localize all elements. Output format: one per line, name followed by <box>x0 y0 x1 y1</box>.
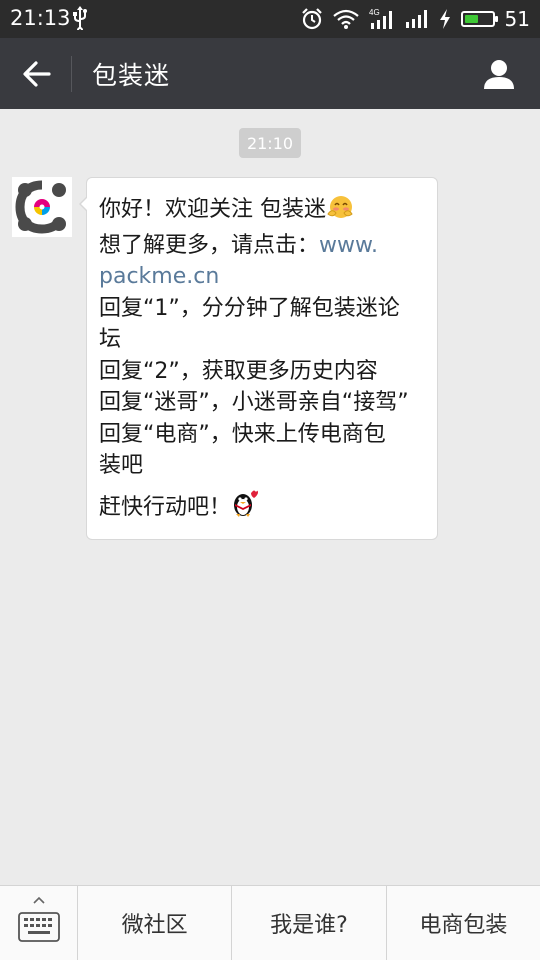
person-icon <box>484 60 514 89</box>
message-line-action: 赶快行动吧！ <box>99 494 232 520</box>
back-button[interactable] <box>16 54 58 94</box>
message-line-reply-mige: 回复“迷哥”，小迷哥亲自“接驾” <box>99 390 409 415</box>
message-text: 你好！欢迎关注 包装迷 想了解更多，请点击：www. packme.cn 回复“… <box>99 194 425 527</box>
chat-area[interactable]: 21:10 你好！欢迎关注 包装迷 想了解更多，请点击：www. packme.… <box>0 109 540 885</box>
cell-signal-icon: 4G <box>369 8 395 30</box>
profile-button[interactable] <box>478 54 520 94</box>
battery-icon <box>460 11 498 27</box>
title-divider <box>71 56 72 92</box>
website-link-part1[interactable]: www. <box>319 233 378 258</box>
status-bar: 21:13 4G 51 <box>0 0 540 38</box>
page-title: 包装迷 <box>92 61 171 90</box>
avatar[interactable] <box>12 177 72 237</box>
signal-4g-label: 4G <box>369 8 380 17</box>
title-bar: 包装迷 <box>0 38 540 109</box>
message-timestamp: 21:10 <box>239 128 301 158</box>
battery-percent: 51 <box>504 7 530 31</box>
bottom-menu-bar: 微社区 我是谁? 电商包装 <box>0 885 540 960</box>
menu-item-about[interactable]: 我是谁? <box>232 886 387 960</box>
penguin-emoji-icon <box>231 488 259 528</box>
message-bubble[interactable]: 你好！欢迎关注 包装迷 想了解更多，请点击：www. packme.cn 回复“… <box>79 177 438 540</box>
message-line-reply-ecommerce-a: 回复“电商”，快来上传电商包 <box>99 421 386 447</box>
cell-signal-icon-2 <box>405 9 429 29</box>
menu-item-ecommerce-packaging[interactable]: 电商包装 <box>387 886 540 960</box>
battery-fill <box>464 15 478 23</box>
message-line-reply-1a: 回复“1”，分分钟了解包装迷论 <box>99 295 400 321</box>
usb-icon <box>72 6 88 34</box>
message-line-reply-ecommerce-b: 装吧 <box>99 453 144 478</box>
chevron-up-icon <box>33 896 45 904</box>
status-time: 21:13 <box>10 6 71 30</box>
arrow-left-icon <box>23 61 51 87</box>
message-line-reply-2: 回复“2”，获取更多历史内容 <box>99 358 378 384</box>
menu-item-community[interactable]: 微社区 <box>78 886 233 960</box>
packme-logo-icon <box>12 177 72 237</box>
alarm-icon <box>301 8 323 30</box>
keyboard-toggle-button[interactable] <box>0 886 78 960</box>
message-line-more: 想了解更多，请点击： <box>99 232 320 258</box>
keyboard-icon <box>18 912 60 942</box>
charging-icon <box>439 9 451 29</box>
message-line-reply-1b: 坛 <box>99 327 122 352</box>
blush-emoji-icon <box>326 194 354 230</box>
message-line-greeting: 你好！欢迎关注 包装迷 <box>99 197 326 222</box>
wifi-icon <box>332 9 359 29</box>
website-link-part2[interactable]: packme.cn <box>99 264 219 289</box>
